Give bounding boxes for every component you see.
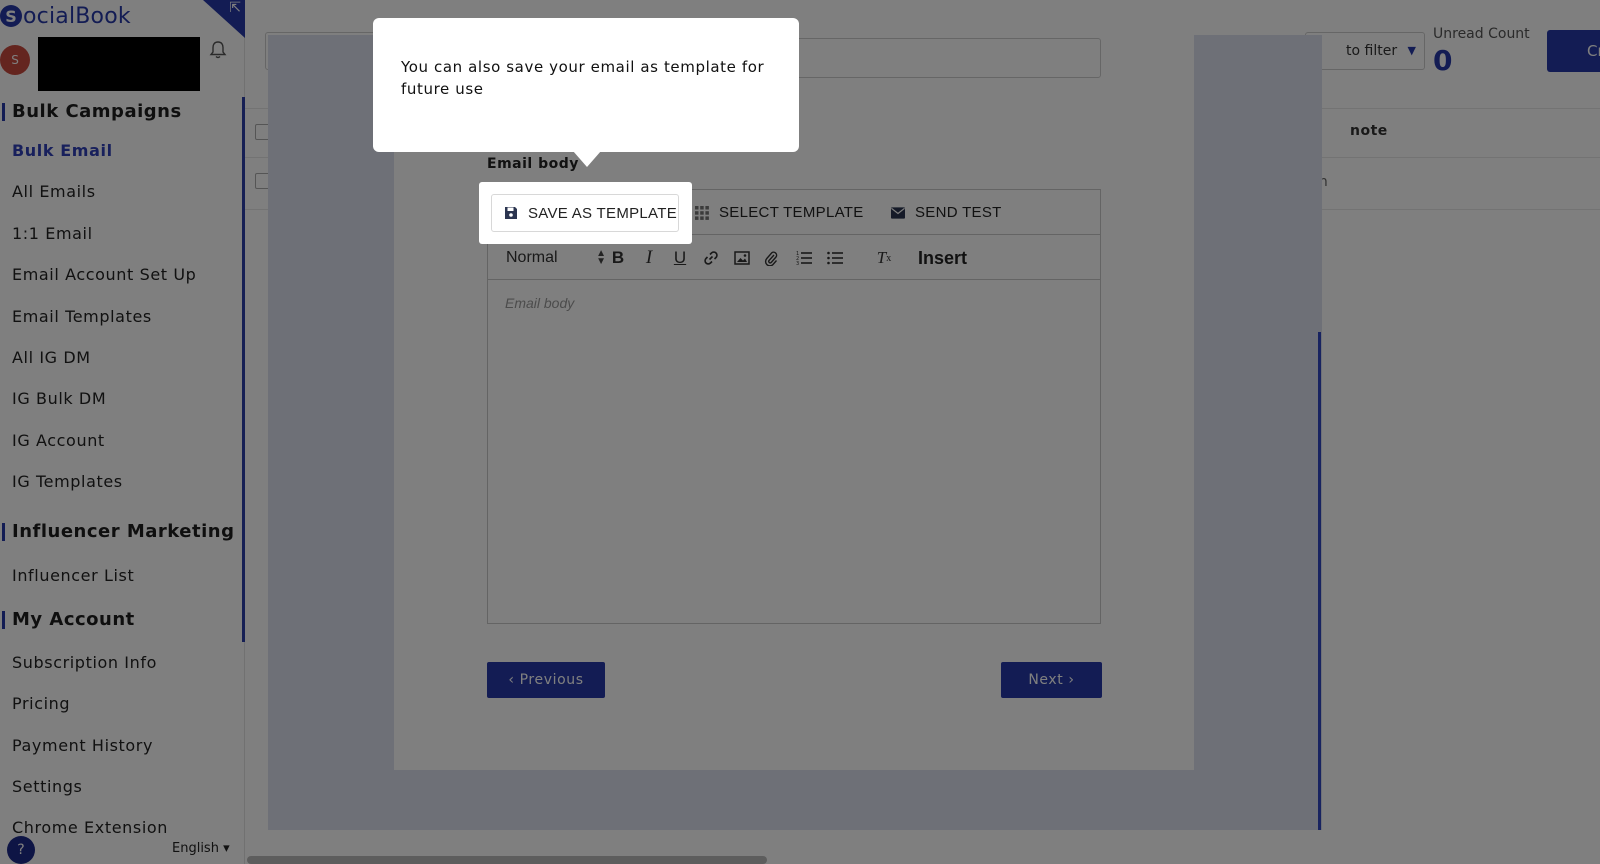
tour-overlay <box>268 35 1322 830</box>
save-icon <box>504 206 518 220</box>
save-as-template-button-highlighted[interactable]: SAVE AS TEMPLATE <box>491 194 679 232</box>
tour-tooltip: You can also save your email as template… <box>373 18 799 152</box>
tour-spotlight: SAVE AS TEMPLATE <box>479 182 692 244</box>
tour-tooltip-arrow <box>573 151 601 167</box>
save-as-template-label: SAVE AS TEMPLATE <box>528 204 678 222</box>
tour-tooltip-text: You can also save your email as template… <box>401 58 765 98</box>
